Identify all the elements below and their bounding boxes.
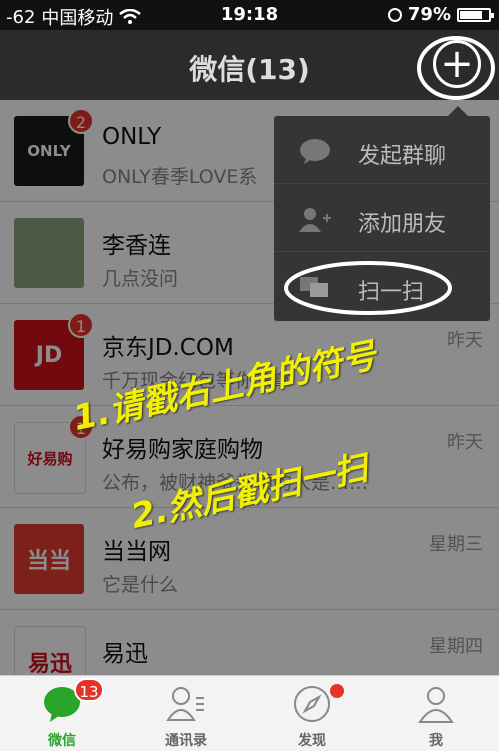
tab-me[interactable]: 我 <box>374 676 498 751</box>
tab-dot-badge <box>330 684 344 698</box>
tab-bar: 13 微信 通讯录 发现 我 <box>0 675 499 751</box>
compass-icon <box>294 686 330 722</box>
tab-label: 通讯录 <box>165 733 207 749</box>
tab-label: 发现 <box>298 733 326 749</box>
tab-wechat[interactable]: 13 微信 <box>0 676 124 751</box>
tab-label: 微信 <box>48 733 76 749</box>
tab-contacts[interactable]: 通讯录 <box>124 676 248 751</box>
tab-label: 我 <box>429 733 443 749</box>
contacts-icon <box>166 687 204 721</box>
tab-badge: 13 <box>74 678 104 702</box>
person-icon <box>418 687 454 723</box>
tab-discover[interactable]: 发现 <box>250 676 374 751</box>
